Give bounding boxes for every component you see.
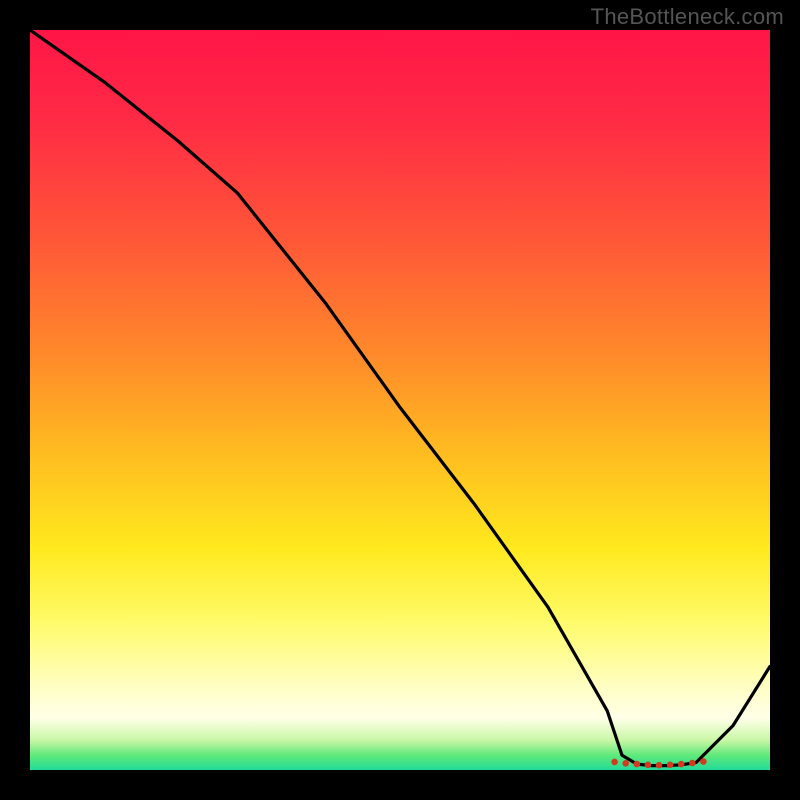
curve-line	[30, 30, 770, 766]
marker-dot	[634, 761, 641, 768]
plot-area	[30, 30, 770, 770]
marker-dot	[611, 759, 618, 766]
minimum-markers	[611, 758, 706, 768]
chart-svg	[30, 30, 770, 770]
watermark-text: TheBottleneck.com	[591, 4, 784, 30]
marker-dot	[645, 762, 652, 769]
marker-dot	[689, 760, 696, 767]
marker-dot	[622, 760, 629, 767]
marker-dot	[667, 762, 674, 769]
chart-frame: TheBottleneck.com	[0, 0, 800, 800]
marker-dot	[656, 762, 663, 769]
marker-dot	[700, 758, 707, 765]
marker-dot	[678, 761, 685, 768]
